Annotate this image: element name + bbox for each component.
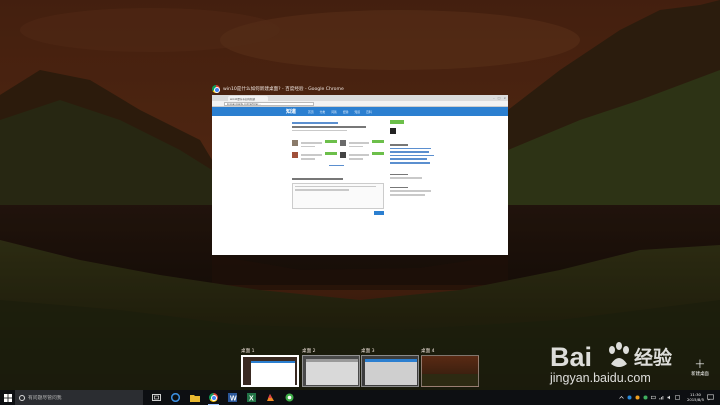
main-column [292,120,384,215]
desktop-2-thumbnail[interactable]: 桌面 2 [302,346,362,387]
pagination [328,164,344,167]
site-nav-item: 知道 [354,109,361,114]
taskbar-word[interactable]: W [223,390,242,405]
chevron-up-icon[interactable] [619,395,624,400]
desktop-label: 桌面 1 [241,348,255,354]
watermark-url: jingyan.baidu.com [549,371,651,385]
desktop-preview [302,355,360,387]
related-heading [390,144,409,146]
battery-icon[interactable] [650,395,656,400]
maximize-icon: □ [497,96,501,100]
paw-icon [609,342,629,367]
task-view-window[interactable]: win10是什么如何新建桌面? - 百度经验 - Google Chrome w… [212,83,508,255]
url-field: jingyan.baidu.com/article/... [224,101,314,106]
site-nav-item: 百科 [366,109,372,114]
answer-item [292,152,384,161]
task-view-icon [152,394,161,401]
taskbar-paint[interactable] [261,390,280,405]
window-titlebar[interactable]: win10是什么如何新建桌面? - 百度经验 - Google Chrome [212,83,508,94]
adopt-button [324,152,337,156]
site-nav-item: 问答 [331,109,337,114]
taskbar-360-browser[interactable] [280,390,299,405]
submit-button [374,210,384,215]
taskbar-chrome[interactable] [204,390,223,405]
answer-editor [292,182,384,209]
close-icon: × [503,96,506,100]
adopt-button [372,152,384,156]
file-explorer-icon [189,394,200,402]
sidebar-column [390,120,436,198]
cortana-search-box[interactable]: 有问题尽管问我 [15,390,143,405]
plus-icon: + [694,357,706,372]
excel-icon: X [247,393,256,402]
cortana-icon [19,394,25,401]
desktop-label: 桌面 4 [421,348,435,354]
input-method-icon[interactable] [675,395,680,400]
minimize-icon: – [493,96,495,100]
watermark-brand-cn: 经验 [634,346,673,369]
question-title [292,125,366,128]
svg-text:W: W [230,396,237,403]
desktop-label: 桌面 2 [302,348,316,354]
new-desktop-button[interactable]: + 新建桌面 [688,358,712,377]
avatar [339,140,346,147]
site-nav-item: 分类 [319,109,326,114]
word-icon: W [228,393,237,402]
answer-item [292,140,384,149]
edge-icon [171,393,180,402]
answer-form-title [292,178,343,180]
browser-tab: win10是什么如何新建 [228,96,268,101]
avatar [292,140,298,147]
taskbar-file-explorer[interactable] [185,390,204,405]
desktop-4-thumbnail[interactable]: 桌面 4 [421,346,481,387]
taskbar-excel[interactable]: X [242,390,261,405]
new-desktop-label: 新建桌面 [691,372,709,377]
tray-app-icon[interactable] [627,395,632,400]
tray-app-icon[interactable] [643,395,648,400]
chrome-icon [212,84,220,93]
notification-icon[interactable] [707,394,714,401]
avatar [339,152,346,159]
taskbar-edge[interactable] [166,390,185,405]
site-logo: 知道 [286,109,297,115]
desktop-3-thumbnail[interactable]: 桌面 3 [361,346,421,387]
adopt-button [324,140,337,144]
site-nav-bar: 知道 首页 分类 问答 经验 知道 百科 [212,107,508,116]
search-placeholder: 有问题尽管问我 [28,396,62,401]
breadcrumb [292,122,338,124]
desktop-preview [241,355,299,387]
360-browser-icon [285,393,294,402]
desktop-label: 桌面 3 [361,348,375,354]
browser-window-preview[interactable]: win10是什么如何新建 – □ × jingyan.baidu.com/art… [212,95,508,255]
paint-icon [267,394,274,401]
network-icon[interactable] [659,395,664,400]
task-view-button[interactable] [147,390,166,405]
tray-app-icon[interactable] [635,395,640,400]
ask-button [390,120,404,124]
svg-text:X: X [249,396,254,403]
windows-logo-icon [3,393,12,402]
desktop-preview [361,355,419,387]
site-nav-item: 经验 [342,109,349,114]
site-nav-item: 首页 [308,109,314,114]
watermark-brand: Bai [550,342,592,372]
adopt-button [372,140,384,144]
baidu-jingyan-watermark: Bai 经验 jingyan.baidu.com [549,342,673,385]
page-content [212,116,508,255]
system-clock[interactable]: 11:30 2015/8/5 [686,392,704,402]
avatar [292,152,298,159]
question-meta [292,129,348,132]
window-controls: – □ × [493,96,506,100]
clock-date: 2015/8/5 [686,396,704,402]
taskbar: 有问题尽管问我 W X 11:30 2015/8/5 [0,390,720,405]
desktop-1-thumbnail[interactable]: 桌面 1 [241,346,301,387]
desktop-preview [421,355,479,387]
start-button[interactable] [0,390,15,405]
volume-icon[interactable] [667,395,672,400]
window-title: win10是什么如何新建桌面? - 百度经验 - Google Chrome [223,86,344,92]
system-tray: 11:30 2015/8/5 [619,390,714,405]
chrome-icon [209,393,218,402]
